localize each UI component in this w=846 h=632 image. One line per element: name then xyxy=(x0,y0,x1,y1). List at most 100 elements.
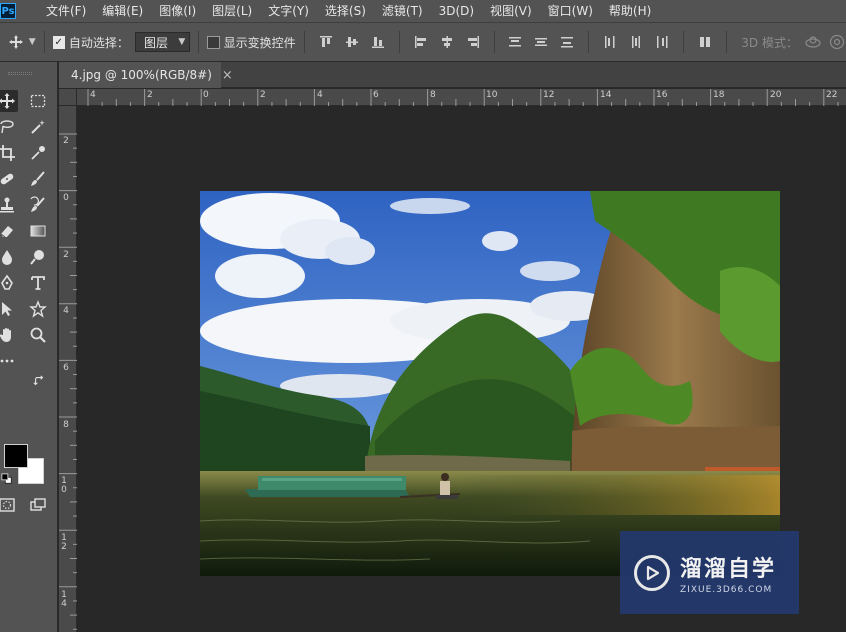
menu-file[interactable]: 文件(F) xyxy=(38,0,94,22)
horizontal-ruler-ticks xyxy=(87,89,839,106)
eraser-icon[interactable] xyxy=(0,220,18,242)
foreground-color-swatch[interactable] xyxy=(4,444,28,468)
align-left-icon[interactable] xyxy=(413,34,429,50)
crop-icon[interactable] xyxy=(0,142,18,164)
align-bottom-icon[interactable] xyxy=(370,34,386,50)
distribute-bottom-icon[interactable] xyxy=(559,34,575,50)
ruler-h-label: 18 xyxy=(713,90,725,100)
chevron-down-icon: ▼ xyxy=(178,37,186,47)
hand-icon[interactable] xyxy=(0,324,18,346)
auto-select-target-value: 图层 xyxy=(143,35,168,50)
divider xyxy=(198,31,200,53)
ruler-v-label: 0 xyxy=(63,193,69,203)
align-horizontal-center-icon[interactable] xyxy=(439,34,455,50)
3d-orbit-icon[interactable] xyxy=(804,33,822,51)
menu-layer[interactable]: 图层(L) xyxy=(204,0,260,22)
auto-select-target-dropdown[interactable]: 图层 ▼ xyxy=(134,32,191,52)
menu-3d[interactable]: 3D(D) xyxy=(431,0,482,22)
landscape-photo xyxy=(200,191,780,576)
ruler-h-label: 0 xyxy=(203,90,209,100)
ruler-h-label: 2 xyxy=(260,90,266,100)
document-tab-strip: 4.jpg @ 100%(RGB/8#) × xyxy=(59,62,846,88)
align-right-icon[interactable] xyxy=(465,34,481,50)
marquee-icon[interactable] xyxy=(27,90,49,112)
distribute-left-icon[interactable] xyxy=(602,34,618,50)
align-vertical-center-icon[interactable] xyxy=(344,34,360,50)
pen-icon[interactable] xyxy=(0,272,18,294)
distribute-top-icon[interactable] xyxy=(507,34,523,50)
document-tab[interactable]: 4.jpg @ 100%(RGB/8#) × xyxy=(59,62,233,88)
auto-align-layers-icon[interactable] xyxy=(697,34,713,50)
more-tools-icon[interactable] xyxy=(0,350,18,372)
photoshop-logo: Ps xyxy=(0,3,16,19)
divider xyxy=(398,31,400,53)
distribute-right-icon[interactable] xyxy=(654,34,670,50)
panel-grip[interactable] xyxy=(8,72,32,75)
divider xyxy=(683,31,685,53)
tool-preset-chevron-down-icon[interactable]: ▼ xyxy=(29,37,36,47)
menu-type[interactable]: 文字(Y) xyxy=(260,0,317,22)
default-colors-icon[interactable] xyxy=(0,472,14,486)
brush-icon[interactable] xyxy=(27,168,49,190)
dodge-icon[interactable] xyxy=(27,246,49,268)
horizontal-ruler[interactable]: 4 2 0 2 4 6 8 10 12 14 16 18 20 22 xyxy=(77,89,846,106)
zoom-icon[interactable] xyxy=(27,324,49,346)
document-tab-title: 4.jpg @ 100%(RGB/8#) xyxy=(71,68,212,82)
auto-select-checkbox[interactable]: ✓ xyxy=(52,35,65,49)
close-icon[interactable]: × xyxy=(222,68,233,83)
healing-brush-icon[interactable] xyxy=(0,168,18,190)
ruler-v-label: 2 xyxy=(63,250,69,260)
divider xyxy=(303,31,305,53)
magic-wand-icon[interactable] xyxy=(27,116,49,138)
distribute-vertical-center-icon[interactable] xyxy=(533,34,549,50)
menu-bar: Ps 文件(F) 编辑(E) 图像(I) 图层(L) 文字(Y) 选择(S) 滤… xyxy=(0,0,846,22)
type-icon[interactable] xyxy=(27,272,49,294)
path-selection-icon[interactable] xyxy=(0,298,18,320)
menu-filter[interactable]: 滤镜(T) xyxy=(374,0,431,22)
gradient-icon[interactable] xyxy=(27,220,49,242)
watermark-title: 溜溜自学 xyxy=(680,556,777,582)
menu-edit[interactable]: 编辑(E) xyxy=(94,0,151,22)
distribute-horizontal-center-icon[interactable] xyxy=(628,34,644,50)
clone-stamp-icon[interactable] xyxy=(0,194,18,216)
quick-mask-icon[interactable] xyxy=(0,494,18,516)
3d-roll-icon[interactable] xyxy=(828,33,846,51)
move-icon[interactable] xyxy=(0,90,18,112)
eyedropper-icon[interactable] xyxy=(27,142,49,164)
ruler-h-label: 22 xyxy=(826,90,838,100)
show-transform-checkbox[interactable] xyxy=(207,35,220,49)
tool-preset-move-icon[interactable] xyxy=(6,31,27,53)
blur-icon[interactable] xyxy=(0,246,18,268)
lasso-icon[interactable] xyxy=(0,116,18,138)
divider xyxy=(493,31,495,53)
screen-mode-icon[interactable] xyxy=(27,494,49,516)
ruler-h-label: 4 xyxy=(317,90,323,100)
ruler-v-label: 12 xyxy=(61,533,67,552)
shape-icon[interactable] xyxy=(27,298,49,320)
ruler-origin[interactable] xyxy=(59,89,77,106)
menu-select[interactable]: 选择(S) xyxy=(317,0,374,22)
ruler-h-label: 14 xyxy=(600,90,612,100)
menu-window[interactable]: 窗口(W) xyxy=(540,0,601,22)
divider xyxy=(43,31,45,53)
align-top-icon[interactable] xyxy=(318,34,334,50)
ruler-h-label: 4 xyxy=(90,90,96,100)
vertical-ruler[interactable]: 2 0 2 4 6 8 10 12 14 xyxy=(59,106,77,632)
play-logo-icon xyxy=(634,554,670,591)
watermark-subtitle: ZIXUE.3D66.COM xyxy=(680,584,773,595)
document-canvas-image[interactable] xyxy=(200,191,780,576)
ruler-h-label: 20 xyxy=(770,90,782,100)
options-bar: ▼ ✓ 自动选择： 图层 ▼ 显示变换控件 3D 模式： xyxy=(0,22,846,62)
ruler-v-label: 10 xyxy=(61,476,67,495)
history-brush-icon[interactable] xyxy=(27,194,49,216)
swap-colors-icon[interactable] xyxy=(32,374,46,388)
ruler-h-label: 2 xyxy=(147,90,153,100)
ruler-v-label: 4 xyxy=(63,306,69,316)
ruler-v-label: 14 xyxy=(61,590,67,609)
menu-help[interactable]: 帮助(H) xyxy=(601,0,659,22)
ruler-v-label: 6 xyxy=(63,363,69,373)
auto-select-label: 自动选择： xyxy=(68,35,129,50)
menu-image[interactable]: 图像(I) xyxy=(151,0,204,22)
menu-view[interactable]: 视图(V) xyxy=(482,0,540,22)
ruler-v-label: 8 xyxy=(63,420,69,430)
